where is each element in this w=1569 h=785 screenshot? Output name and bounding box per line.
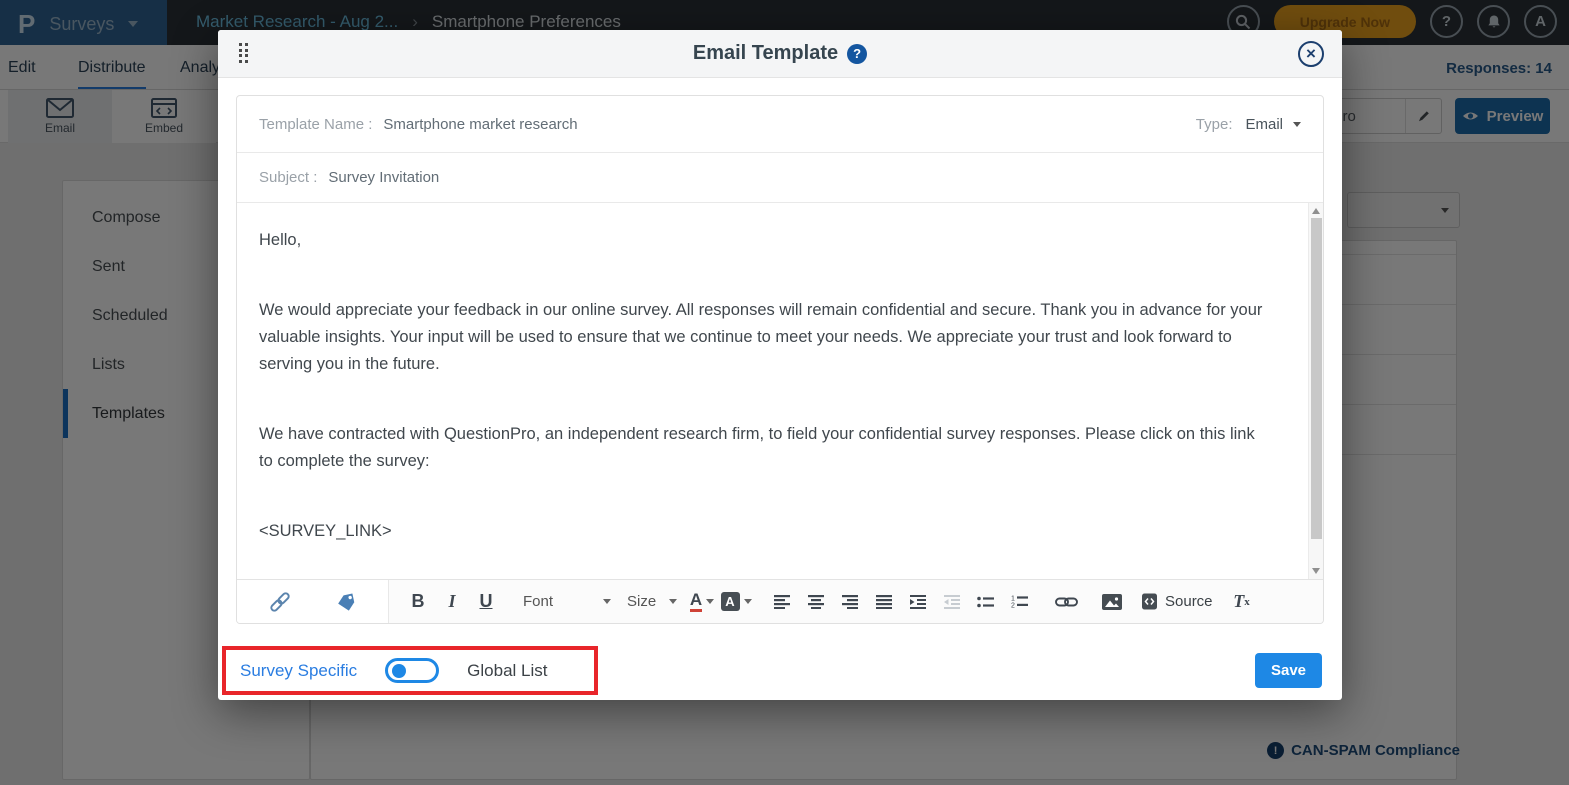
bullet-list-icon <box>977 596 995 608</box>
drag-handle-icon[interactable] <box>239 43 248 63</box>
justify-button[interactable] <box>867 587 901 617</box>
link-icon <box>1055 596 1078 608</box>
save-button[interactable]: Save <box>1255 653 1322 688</box>
outdent-button[interactable] <box>935 587 969 617</box>
template-name-label: Template Name : <box>259 116 372 133</box>
template-form: Template Name : Smartphone market resear… <box>236 95 1324 624</box>
chevron-down-icon <box>603 599 611 604</box>
editor-toolbar: B I U Font Size A A <box>237 579 1323 623</box>
modal-title: Email Template ? <box>693 42 867 65</box>
scroll-up-icon[interactable] <box>1312 208 1320 214</box>
survey-specific-label[interactable]: Survey Specific <box>240 661 357 681</box>
editor-scrollbar[interactable] <box>1308 203 1323 579</box>
svg-text:1: 1 <box>1011 596 1015 603</box>
font-dropdown-label: Font <box>523 593 553 610</box>
font-dropdown[interactable]: Font <box>515 587 619 617</box>
chevron-down-icon[interactable] <box>1293 122 1301 127</box>
size-dropdown[interactable]: Size <box>619 587 685 617</box>
indent-button[interactable] <box>901 587 935 617</box>
text-color-icon: A <box>690 591 702 612</box>
editor-paragraph: <SURVEY_LINK> <box>259 518 1271 545</box>
type-select-value[interactable]: Email <box>1245 116 1283 133</box>
bullet-list-button[interactable] <box>969 587 1003 617</box>
help-icon[interactable]: ? <box>847 44 867 64</box>
size-dropdown-label: Size <box>627 593 656 610</box>
subject-label: Subject : <box>259 169 317 186</box>
modal-header: Email Template ? × <box>218 30 1342 78</box>
remove-format-sub: x <box>1244 596 1250 608</box>
toggle-knob <box>392 664 406 678</box>
insert-link-button[interactable] <box>1049 587 1083 617</box>
subject-row: Subject : Survey Invitation <box>237 153 1323 203</box>
editor-paragraph: Hello, <box>259 227 1271 254</box>
modal-title-text: Email Template <box>693 42 838 65</box>
toolbar-merge-group <box>237 580 389 623</box>
modal-footer: Survey Specific Global List Save <box>236 646 1324 695</box>
source-label: Source <box>1165 593 1213 610</box>
remove-format-button[interactable]: Tx <box>1225 587 1259 617</box>
chevron-down-icon <box>744 599 752 604</box>
scroll-down-icon[interactable] <box>1312 568 1320 574</box>
numbered-list-button[interactable]: 12 <box>1003 587 1037 617</box>
insert-image-button[interactable] <box>1095 587 1129 617</box>
align-left-icon <box>774 595 791 609</box>
merge-tag-button[interactable] <box>329 587 363 617</box>
email-template-modal: Email Template ? × Template Name : Smart… <box>218 30 1342 700</box>
email-body-editor[interactable]: Hello, We would appreciate your feedback… <box>237 203 1323 579</box>
justify-icon <box>876 595 893 609</box>
background-color-icon: A <box>721 592 740 611</box>
close-icon[interactable]: × <box>1298 41 1324 67</box>
source-icon <box>1141 593 1158 610</box>
underline-button[interactable]: U <box>469 587 503 617</box>
align-center-icon <box>808 595 825 609</box>
align-right-button[interactable] <box>833 587 867 617</box>
editor-paragraph: We would appreciate your feedback in our… <box>259 297 1271 378</box>
chevron-down-icon <box>669 599 677 604</box>
align-right-icon <box>842 595 859 609</box>
svg-text:2: 2 <box>1011 603 1015 609</box>
modal-body: Template Name : Smartphone market resear… <box>218 78 1342 695</box>
chain-link-icon <box>270 592 290 612</box>
align-center-button[interactable] <box>799 587 833 617</box>
insert-link-variable-button[interactable] <box>263 587 297 617</box>
numbered-list-icon: 12 <box>1011 595 1029 608</box>
bold-button[interactable]: B <box>401 587 435 617</box>
indent-icon <box>910 595 927 609</box>
list-scope-highlight: Survey Specific Global List <box>222 646 598 695</box>
remove-format-icon: T <box>1233 591 1244 612</box>
chevron-down-icon <box>706 599 714 604</box>
type-label: Type: <box>1196 116 1233 133</box>
image-icon <box>1102 594 1122 610</box>
scrollbar-thumb[interactable] <box>1311 218 1322 539</box>
list-scope-toggle[interactable] <box>385 658 439 683</box>
text-color-button[interactable]: A <box>685 587 719 617</box>
subject-input[interactable]: Survey Invitation <box>328 169 439 186</box>
source-button[interactable]: Source <box>1141 587 1213 617</box>
italic-button[interactable]: I <box>435 587 469 617</box>
background-color-button[interactable]: A <box>719 587 753 617</box>
outdent-icon <box>944 595 961 609</box>
tag-icon <box>335 592 357 612</box>
global-list-label[interactable]: Global List <box>467 661 547 681</box>
template-name-row: Template Name : Smartphone market resear… <box>237 96 1323 153</box>
align-left-button[interactable] <box>765 587 799 617</box>
editor-paragraph: We have contracted with QuestionPro, an … <box>259 421 1271 475</box>
template-name-input[interactable]: Smartphone market research <box>383 116 577 133</box>
